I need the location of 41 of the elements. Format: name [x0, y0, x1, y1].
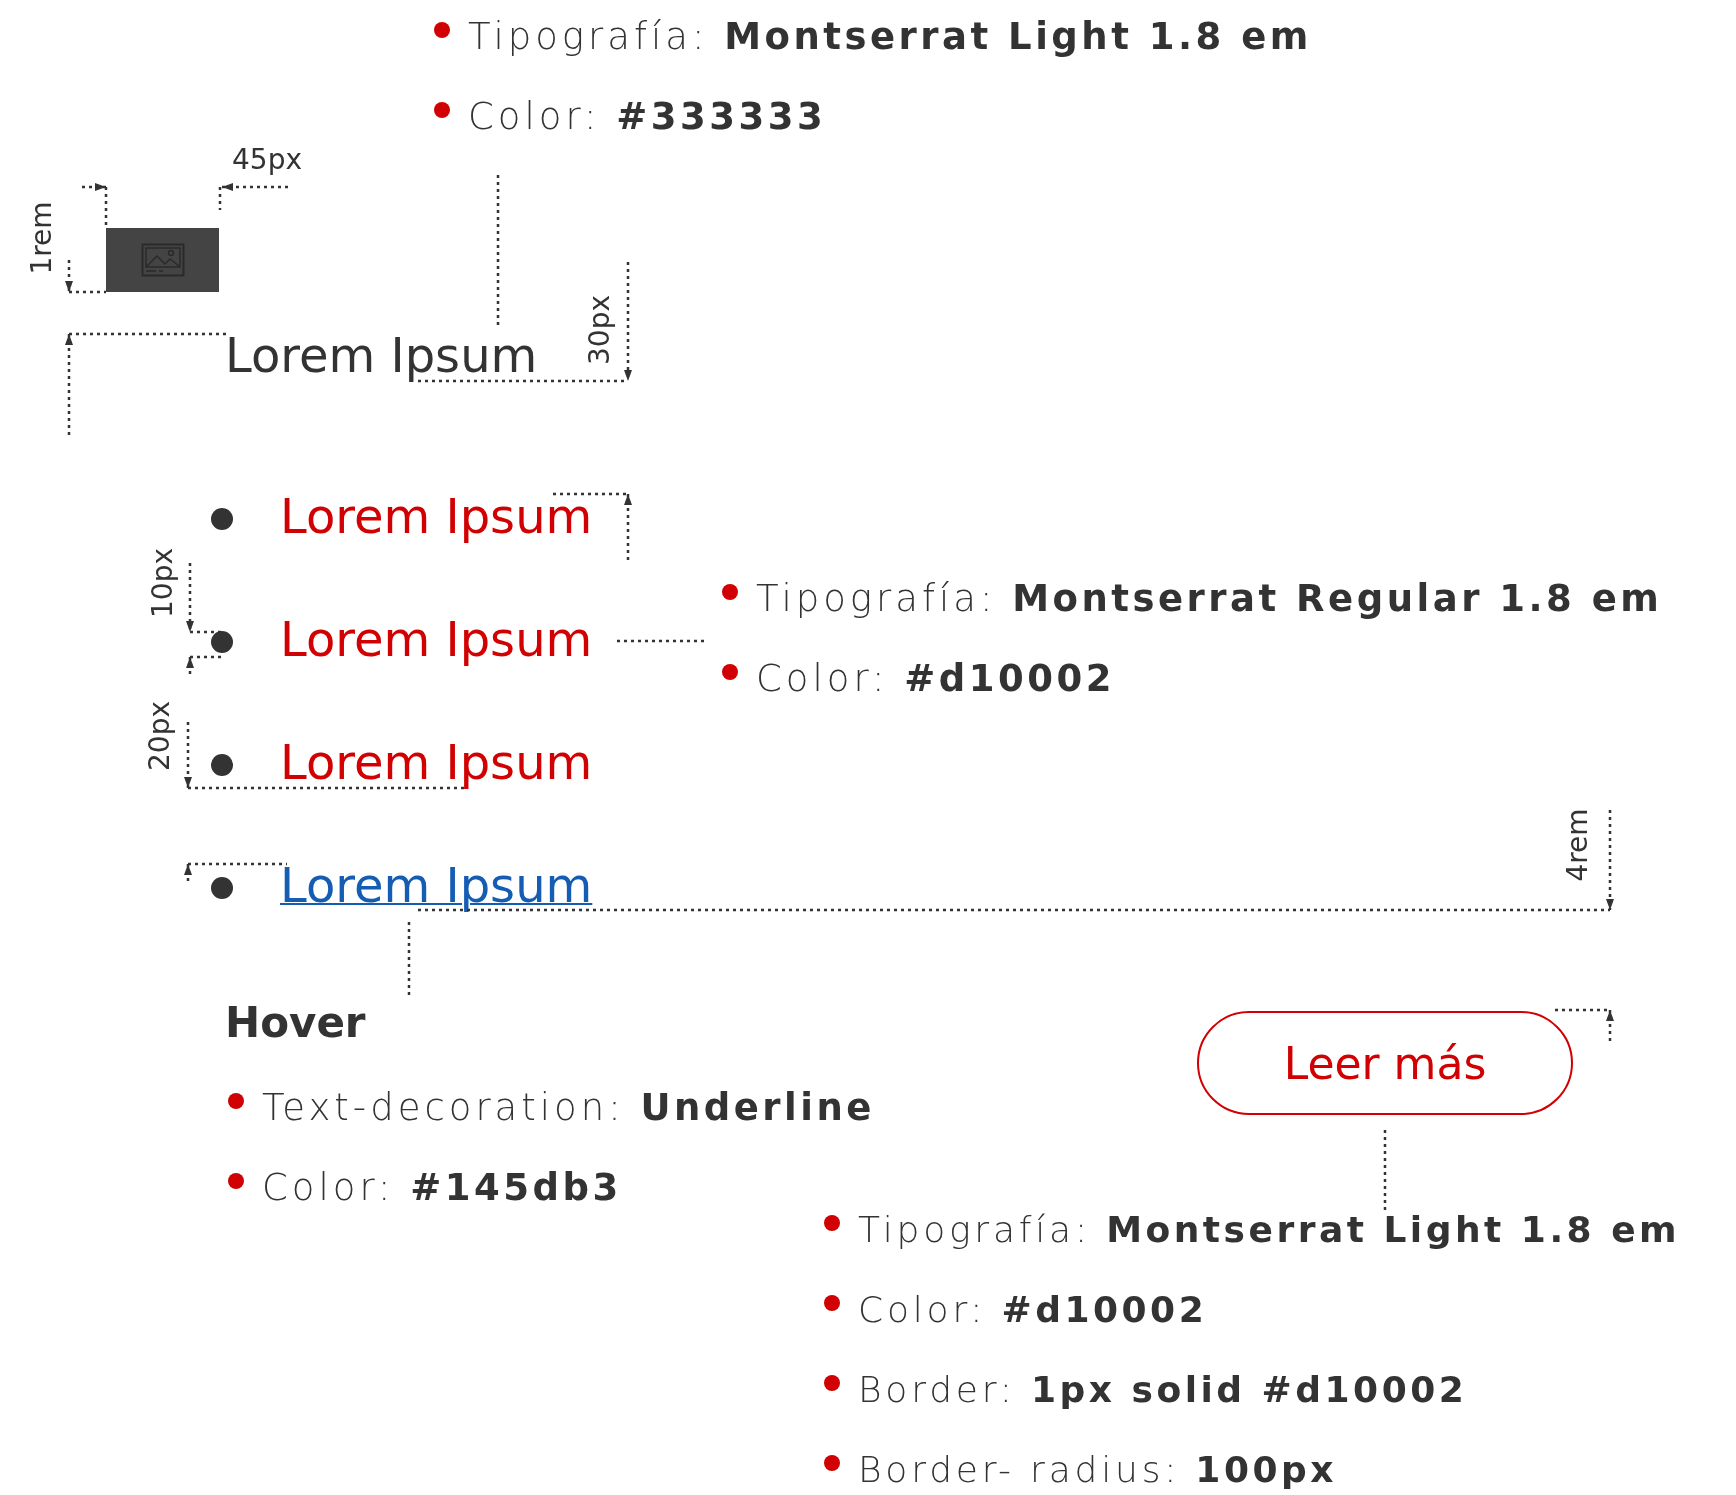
list-link[interactable]: Lorem Ipsum — [280, 733, 593, 791]
bullet-dot — [228, 1173, 244, 1189]
heading-text: Lorem Ipsum — [225, 326, 538, 384]
spec-text: Color: #333333 — [468, 94, 827, 140]
spec-text: Color: #145db3 — [262, 1165, 622, 1211]
bullet-dot — [211, 877, 233, 899]
bullet-dot — [228, 1093, 244, 1109]
bullet-dot — [211, 508, 233, 530]
bullet-dot — [722, 584, 738, 600]
read-more-button[interactable]: Leer más — [1197, 1011, 1573, 1115]
bullet-dot — [824, 1215, 840, 1231]
dimension-line — [82, 183, 108, 228]
spec-text: Border: 1px solid #d10002 — [858, 1368, 1468, 1412]
bullet-dot — [722, 664, 738, 680]
bullet-dot — [824, 1375, 840, 1391]
spec-text: Color: #d10002 — [756, 656, 1115, 702]
spec-text: Border- radius: 100px — [858, 1448, 1337, 1492]
dimension-label: 4rem — [1562, 808, 1594, 882]
bullet-dot — [824, 1295, 840, 1311]
spec-text: Color: #d10002 — [858, 1288, 1208, 1332]
dimension-line — [65, 260, 106, 294]
bullet-dot — [434, 102, 450, 118]
dimension-label: 10px — [147, 548, 179, 618]
spec-text: Tipografía: Montserrat Light 1.8 em — [858, 1208, 1681, 1252]
list-link[interactable]: Lorem Ipsum — [280, 856, 593, 914]
spec-text: Text-decoration: Underline — [262, 1085, 875, 1131]
list-link[interactable]: Lorem Ipsum — [280, 610, 593, 668]
spec-text: Tipografía: Montserrat Light 1.8 em — [468, 14, 1312, 60]
dimension-label: 30px — [584, 295, 616, 365]
bullet-dot — [434, 22, 450, 38]
dimension-line — [218, 183, 290, 210]
list-link[interactable]: Lorem Ipsum — [280, 487, 593, 545]
spec-text: Tipografía: Montserrat Regular 1.8 em — [756, 576, 1663, 622]
dimension-label: 45px — [232, 144, 302, 176]
bullet-dot — [824, 1455, 840, 1471]
section-heading: Hover — [225, 998, 366, 1048]
bullet-dot — [211, 631, 233, 653]
image-icon — [140, 243, 185, 277]
bullet-dot — [211, 754, 233, 776]
dimension-label: 20px — [144, 701, 176, 771]
dimension-label: 1rem — [26, 201, 58, 275]
